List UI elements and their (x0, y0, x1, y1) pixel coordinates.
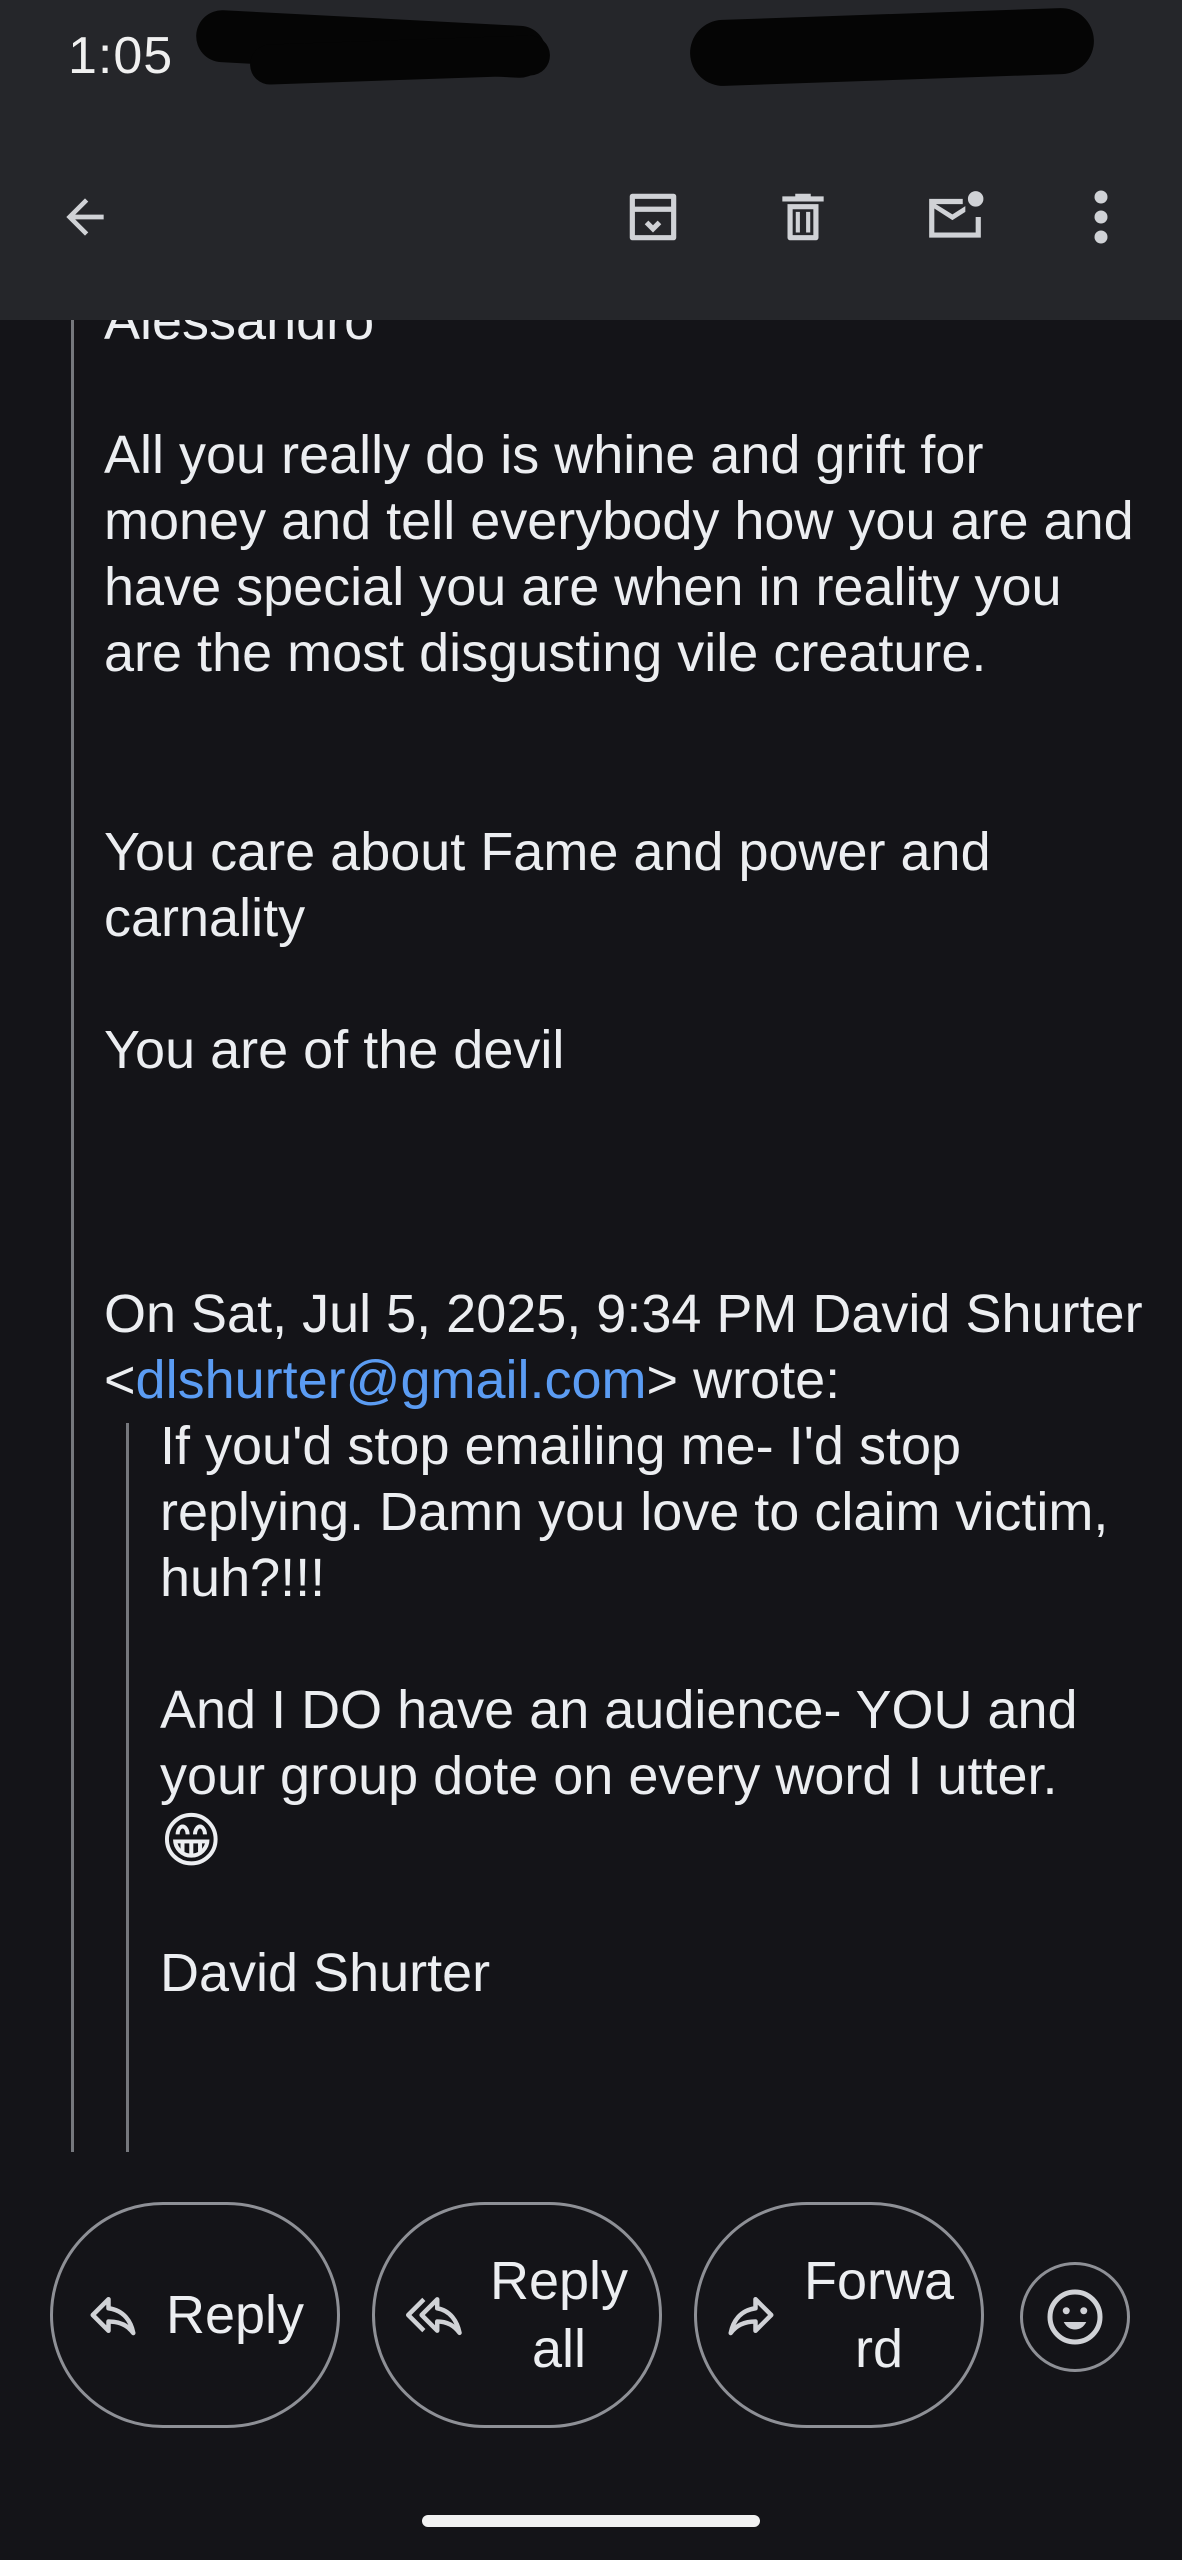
grinning-emoji: 😁 (160, 1807, 223, 1874)
delete-button[interactable] (758, 172, 848, 262)
mark-unread-icon (929, 191, 984, 238)
reply-all-label-line-1: Reply (489, 2251, 629, 2311)
message-paragraph-3: You are of the devil (104, 1020, 565, 1080)
forward-label-line-2: rd (854, 2319, 903, 2379)
sender-email-link[interactable]: dlshurter@gmail.com (136, 1350, 647, 1410)
trash-icon (782, 193, 824, 241)
quote-header-suffix: > wrote: (646, 1350, 841, 1410)
more-vert-icon (1094, 190, 1108, 244)
forward-label-line-1: Forwa (803, 2251, 955, 2311)
quoted-paragraph-1: If you'd stop emailing me- I'd stop repl… (160, 1416, 1124, 1608)
message-paragraph-2: You care about Fame and power and carnal… (104, 822, 1006, 948)
back-button[interactable] (40, 172, 130, 262)
quoted-signature: David Shurter (160, 1943, 491, 2003)
reply-all-icon (405, 2297, 462, 2336)
emoji-reaction-button[interactable] (1020, 2262, 1130, 2372)
reply-button[interactable]: Reply (50, 2202, 340, 2428)
quoted-paragraph-2: And I DO have an audience- YOU and your … (160, 1680, 1093, 1806)
quote-header: On Sat, Jul 5, 2025, 9:34 PM David Shurt… (104, 1281, 1164, 1413)
archive-button[interactable] (608, 172, 698, 262)
quote-bar-outer (71, 320, 74, 2152)
top-app-bar: 1:05 (0, 0, 1182, 320)
smiley-icon (1047, 2289, 1103, 2345)
home-indicator[interactable] (422, 2515, 760, 2527)
archive-icon (629, 193, 677, 241)
message-paragraph-1: All you really do is whine and grift for… (104, 425, 1149, 683)
arrow-back-icon (66, 198, 104, 236)
redacted-status-right (688, 6, 1096, 88)
forward-icon (728, 2297, 774, 2336)
email-body: Alessandro All you really do is whine an… (0, 320, 1182, 2160)
forward-button[interactable]: Forwa rd (694, 2202, 984, 2428)
quote-bar-inner (126, 1423, 129, 2152)
reply-all-label-line-2: all (531, 2319, 587, 2379)
reply-icon (90, 2297, 136, 2336)
status-time: 1:05 (68, 27, 174, 85)
more-options-button[interactable] (1056, 172, 1146, 262)
mark-unread-button[interactable] (910, 172, 1000, 262)
signature-cut-line: Alessandro (104, 320, 375, 351)
reply-all-button[interactable]: Reply all (372, 2202, 662, 2428)
reply-label: Reply (165, 2285, 305, 2345)
